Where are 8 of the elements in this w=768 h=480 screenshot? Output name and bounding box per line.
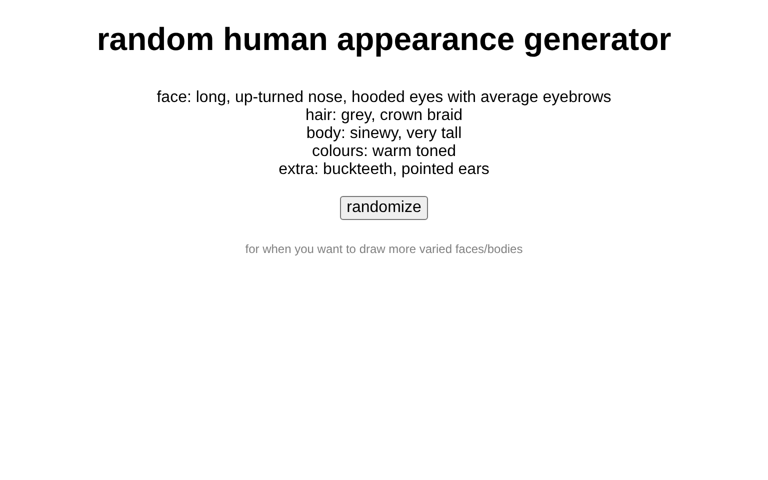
randomize-button[interactable]: randomize bbox=[340, 196, 428, 220]
trait-line: colours: warm toned bbox=[312, 143, 456, 161]
trait-line: face: long, up-turned nose, hooded eyes with average eyebrows bbox=[156, 89, 612, 107]
trait-line: body: sinewy, very tall bbox=[306, 125, 462, 143]
trait-line: hair: grey, crown braid bbox=[305, 107, 463, 125]
page-title: random human appearance generator bbox=[96, 21, 672, 58]
footer-text: for when you want to draw more varied faces/bodies bbox=[245, 242, 523, 256]
trait-line: extra: buckteeth, pointed ears bbox=[278, 161, 490, 179]
